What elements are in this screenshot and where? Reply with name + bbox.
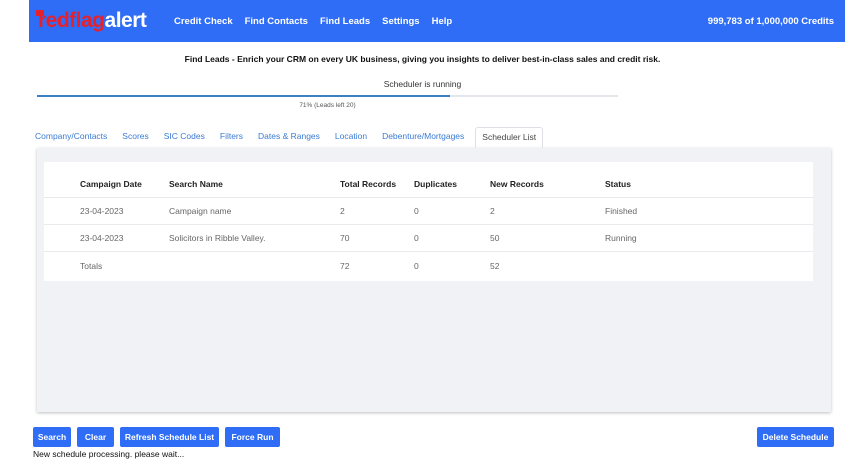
force-run-button[interactable]: Force Run bbox=[225, 427, 280, 447]
cell-total-records: 70 bbox=[340, 233, 350, 243]
search-tabs: Company/Contacts Scores SIC Codes Filter… bbox=[29, 127, 546, 148]
scheduler-progress-bar bbox=[37, 95, 618, 97]
table-totals-row: Totals 72 0 52 bbox=[44, 252, 813, 279]
clear-button[interactable]: Clear bbox=[77, 427, 114, 447]
cell-total-records: 72 bbox=[340, 260, 350, 271]
table-row[interactable]: 23-04-2023 Solicitors in Ribble Valley. … bbox=[44, 225, 813, 252]
page-tagline: Find Leads - Enrich your CRM on every UK… bbox=[184, 54, 661, 64]
tab-filters[interactable]: Filters bbox=[214, 127, 249, 148]
table-header: Campaign Date Search Name Total Records … bbox=[44, 170, 813, 198]
cell-total-records: 2 bbox=[340, 206, 345, 216]
col-duplicates: Duplicates bbox=[414, 178, 457, 189]
nav-find-contacts[interactable]: Find Contacts bbox=[245, 16, 308, 27]
scheduler-panel: Campaign Date Search Name Total Records … bbox=[37, 148, 831, 412]
cell-search-name: Solicitors in Ribble Valley. bbox=[169, 233, 266, 243]
tab-scheduler-list[interactable]: Scheduler List bbox=[475, 127, 544, 148]
col-campaign-date: Campaign Date bbox=[80, 178, 142, 189]
cell-campaign-date: 23-04-2023 bbox=[80, 233, 124, 243]
logo-text-white: alert bbox=[104, 9, 147, 32]
tab-company-contacts[interactable]: Company/Contacts bbox=[29, 127, 113, 148]
tab-location[interactable]: Location bbox=[329, 127, 373, 148]
nav-credit-check[interactable]: Credit Check bbox=[174, 16, 233, 27]
nav-menu: Credit Check Find Contacts Find Leads Se… bbox=[174, 0, 464, 42]
table-row[interactable]: 23-04-2023 Campaign name 2 0 2 Finished bbox=[44, 198, 813, 225]
col-new-records: New Records bbox=[490, 178, 544, 189]
cell-totals-label: Totals bbox=[80, 260, 103, 271]
cell-new-records: 52 bbox=[490, 260, 500, 271]
tab-dates-ranges[interactable]: Dates & Ranges bbox=[252, 127, 326, 148]
cell-campaign-date: 23-04-2023 bbox=[80, 206, 124, 216]
scheduler-progress-fill bbox=[37, 95, 450, 97]
flag-icon bbox=[36, 10, 44, 16]
tab-scores[interactable]: Scores bbox=[116, 127, 154, 148]
tab-sic-codes[interactable]: SIC Codes bbox=[158, 127, 211, 148]
cell-new-records: 2 bbox=[490, 206, 495, 216]
tab-debenture-mortgages[interactable]: Debenture/Mortgages bbox=[376, 127, 470, 148]
col-total-records: Total Records bbox=[340, 178, 397, 189]
delete-schedule-button[interactable]: Delete Schedule bbox=[757, 427, 834, 447]
scheduler-table: Campaign Date Search Name Total Records … bbox=[44, 162, 813, 281]
cell-status: Finished bbox=[605, 206, 638, 216]
scheduler-status: Scheduler is running bbox=[383, 79, 462, 89]
cell-new-records: 50 bbox=[490, 233, 500, 243]
col-search-name: Search Name bbox=[169, 178, 223, 189]
status-message: New schedule processing. please wait... bbox=[33, 449, 185, 459]
nav-find-leads[interactable]: Find Leads bbox=[320, 16, 370, 27]
logo-text-red: redflag bbox=[38, 9, 105, 32]
cell-search-name: Campaign name bbox=[169, 206, 232, 216]
nav-help[interactable]: Help bbox=[432, 16, 453, 27]
top-navbar: redflag alert Credit Check Find Contacts … bbox=[29, 0, 845, 42]
cell-duplicates: 0 bbox=[414, 233, 419, 243]
cell-duplicates: 0 bbox=[414, 260, 419, 271]
refresh-schedule-list-button[interactable]: Refresh Schedule List bbox=[120, 427, 219, 447]
nav-settings[interactable]: Settings bbox=[382, 16, 419, 27]
credits-counter: 999,783 of 1,000,000 Credits bbox=[707, 15, 834, 27]
cell-status: Running bbox=[605, 233, 637, 243]
cell-duplicates: 0 bbox=[414, 206, 419, 216]
search-button[interactable]: Search bbox=[33, 427, 71, 447]
redflagalert-logo[interactable]: redflag alert bbox=[36, 8, 147, 34]
scheduler-progress-text: 71% (Leads left 20) bbox=[299, 102, 356, 109]
col-status: Status bbox=[605, 178, 631, 189]
